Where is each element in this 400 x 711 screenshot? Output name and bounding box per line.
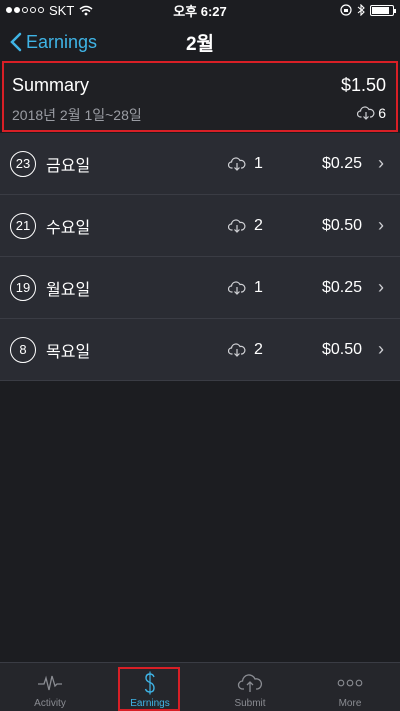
signal-strength-icon [6,7,44,13]
wifi-icon [79,5,93,15]
downloads-count: 1 [254,154,263,172]
download-cloud-icon [228,218,246,233]
navigation-bar: Earnings 2월 [0,20,400,64]
chevron-right-icon: › [378,215,384,235]
status-bar: SKT 오후 6:27 [0,0,400,20]
tab-label: Submit [234,698,266,709]
list-item[interactable]: 19 월요일 1 $0.25 › [0,257,400,319]
activity-icon [37,669,63,697]
chevron-right-icon: › [378,339,384,359]
weekday-label: 금요일 [46,157,91,175]
tab-label: More [338,698,362,709]
tab-earnings[interactable]: Earnings [100,663,200,711]
dollar-icon [143,669,157,697]
amount: $0.25 [321,278,362,296]
download-cloud-icon [228,156,246,171]
rotation-lock-icon [340,4,352,16]
daily-earnings-list: 23 금요일 1 $0.25 › 21 수요일 2 $0.50 › 19 월요일 [0,133,400,381]
summary-downloads-count: 6 [378,105,386,121]
page-title: 2월 [185,33,215,55]
downloads: 1 [228,279,263,297]
bluetooth-icon [357,4,365,16]
day-badge: 21 [10,212,36,239]
summary-card[interactable]: Summary $1.50 2018년 2월 1일~28일 6 [2,61,398,132]
summary-date-range: 2018년 2월 1일~28일 [12,107,142,123]
summary-amount: $1.50 [340,75,386,95]
status-left: SKT [6,3,93,18]
day-badge: 19 [10,274,36,301]
weekday-label: 목요일 [46,343,91,361]
amount: $0.25 [321,154,362,172]
download-cloud-icon [228,280,246,295]
tab-more[interactable]: More [300,663,400,711]
downloads-count: 1 [254,278,263,296]
amount: $0.50 [321,216,362,234]
chevron-left-icon [10,32,22,52]
weekday-label: 수요일 [46,219,91,237]
day-badge: 8 [10,336,36,363]
list-item[interactable]: 21 수요일 2 $0.50 › [0,195,400,257]
summary-title: Summary [12,75,90,95]
amount: $0.50 [321,340,362,358]
tab-label: Activity [34,698,66,709]
download-cloud-icon [228,342,246,357]
downloads-count: 2 [254,216,263,234]
tab-submit[interactable]: Submit [200,663,300,711]
upload-icon [237,669,263,697]
list-item[interactable]: 23 금요일 1 $0.25 › [0,133,400,195]
day-badge: 23 [10,150,36,177]
chevron-right-icon: › [378,153,384,173]
back-button[interactable]: Earnings [10,20,97,64]
downloads: 1 [228,155,263,173]
battery-icon [370,4,396,16]
status-right [340,4,396,16]
tab-activity[interactable]: Activity [0,663,100,711]
downloads-count: 2 [254,340,263,358]
tab-bar: Activity Earnings Submit More [0,662,400,711]
download-cloud-icon [357,106,375,120]
downloads: 2 [228,341,263,359]
downloads: 2 [228,217,263,235]
chevron-right-icon: › [378,277,384,297]
list-item[interactable]: 8 목요일 2 $0.50 › [0,319,400,381]
carrier-label: SKT [49,2,75,18]
tab-label: Earnings [130,698,170,709]
more-icon [337,669,363,697]
summary-downloads: 6 [357,105,386,121]
weekday-label: 월요일 [46,281,91,299]
back-button-label: Earnings [26,31,98,52]
